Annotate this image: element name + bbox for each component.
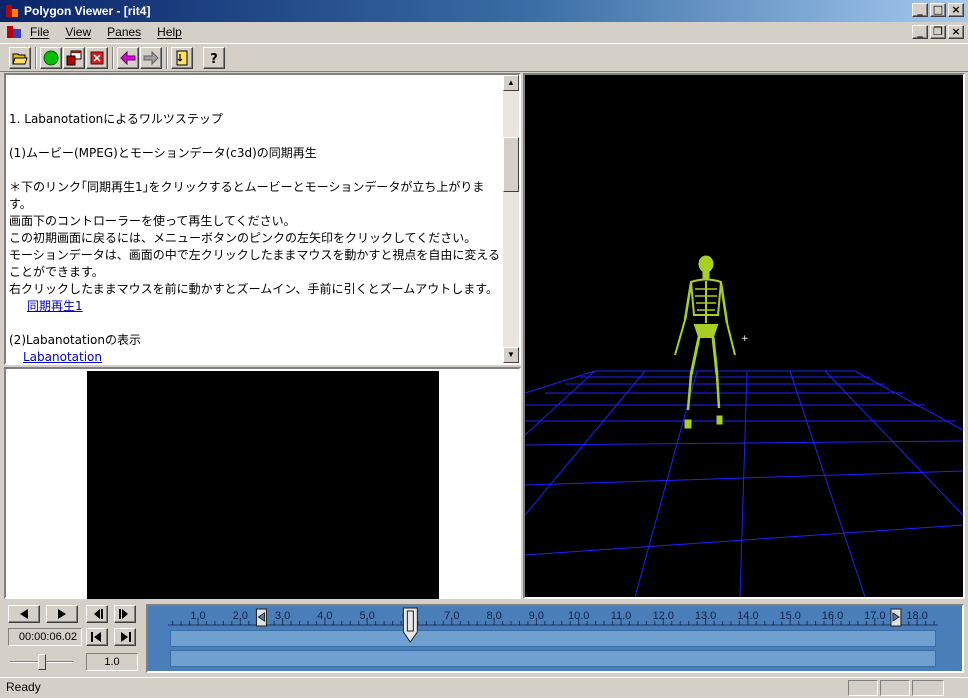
forward-gray-icon xyxy=(143,50,159,66)
status-panel-2 xyxy=(880,680,910,696)
go-start-button[interactable] xyxy=(86,628,108,646)
speed-value[interactable]: 1.0 xyxy=(86,653,138,671)
skeleton-figure xyxy=(674,255,736,429)
scroll-down-button[interactable]: ▼ xyxy=(503,347,519,363)
play-forward-button[interactable] xyxy=(46,605,78,623)
menu-panes[interactable]: Panes xyxy=(107,25,141,39)
step-back-icon xyxy=(94,609,103,619)
doc-restore-button[interactable]: ❐ xyxy=(930,25,946,39)
section1-text: (1)ムービー(MPEG)とモーションデータ(c3d)の同期再生 xyxy=(9,146,317,160)
status-bar: Ready xyxy=(0,677,968,698)
menu-help[interactable]: Help xyxy=(157,25,182,39)
playhead-marker[interactable] xyxy=(402,607,418,643)
svg-text:?: ? xyxy=(210,52,218,66)
status-panel-3 xyxy=(912,680,944,696)
3d-scene[interactable]: + xyxy=(525,75,963,597)
status-text: Ready xyxy=(6,680,41,694)
minimize-button[interactable]: _ xyxy=(912,3,928,17)
timeline[interactable]: 1.02.03.04.05.06.07.08.09.010.011.012.01… xyxy=(146,604,964,673)
windows-icon xyxy=(66,50,82,66)
back-magenta-icon xyxy=(120,50,136,66)
3d-view-pane[interactable]: + xyxy=(523,73,965,599)
note2-text: 画面下のコントローラーを使って再生してください。 xyxy=(9,214,296,228)
section2-text: (2)Labanotationの表示 xyxy=(9,333,142,347)
timeline-markers[interactable] xyxy=(148,606,962,671)
maximize-button[interactable]: □ xyxy=(930,3,946,17)
scroll-thumb[interactable] xyxy=(503,137,519,192)
document-icon[interactable] xyxy=(6,24,22,40)
close-button[interactable]: × xyxy=(948,3,964,17)
note3-text: この初期画面に戻るには、メニューボタンのピンクの左矢印をクリックしてください。 xyxy=(9,231,477,245)
back-button[interactable] xyxy=(117,47,139,69)
movie-pane xyxy=(4,367,521,599)
go-start-icon xyxy=(91,632,101,642)
go-end-icon xyxy=(121,632,131,642)
range-start-marker[interactable] xyxy=(255,608,267,627)
title-bar[interactable]: Polygon Viewer - [rit4] _ □ × xyxy=(0,0,968,22)
note1-text: ＊下のリンク｢同期再生1｣をクリックするとムービーとモーションデータが立ち上がり… xyxy=(9,180,485,211)
app-icon xyxy=(6,5,18,17)
info-text-pane[interactable]: 1. Labanotationによるワルツステップ (1)ムービー(MPEG)と… xyxy=(4,73,521,365)
note4-text: モーションデータは、画面の中で左クリックしたままマウスを動かすと視点を自由に変え… xyxy=(9,248,501,279)
page-arrow-button[interactable] xyxy=(171,47,193,69)
toolbar: ? xyxy=(0,43,968,72)
floor-grid xyxy=(525,370,963,597)
text-scrollbar[interactable]: ▲ ▼ xyxy=(503,75,519,363)
open-button[interactable] xyxy=(9,47,31,69)
help-icon: ? xyxy=(210,52,218,66)
heading-text: 1. Labanotationによるワルツステップ xyxy=(9,112,223,126)
movie-video[interactable] xyxy=(87,371,439,599)
stop-red-button[interactable] xyxy=(86,47,108,69)
play-reverse-button[interactable] xyxy=(8,605,40,623)
menu-bar: File View Panes Help _ ❐ × xyxy=(0,22,968,42)
note5-text: 右クリックしたままマウスを前に動かすとズームイン、手前に引くとズームアウトします… xyxy=(9,282,499,296)
doc-close-button[interactable]: × xyxy=(948,25,964,39)
speed-slider[interactable] xyxy=(10,653,74,671)
menu-file[interactable]: File xyxy=(30,25,49,39)
play-green-button[interactable] xyxy=(40,47,62,69)
page-arrow-icon xyxy=(176,50,188,66)
windows-button[interactable] xyxy=(63,47,85,69)
step-forward-icon xyxy=(119,609,128,619)
cursor-marker-icon: + xyxy=(741,334,749,344)
step-back-button[interactable] xyxy=(86,605,108,623)
forward-button[interactable] xyxy=(140,47,162,69)
doc-minimize-button[interactable]: _ xyxy=(912,25,928,39)
labanotation-link[interactable]: Labanotation xyxy=(23,350,102,363)
go-end-button[interactable] xyxy=(114,628,136,646)
play-reverse-icon xyxy=(20,609,28,619)
sync-play-link[interactable]: 同期再生1 xyxy=(27,299,83,313)
play-forward-icon xyxy=(58,609,66,619)
menu-view[interactable]: View xyxy=(65,25,91,39)
speed-slider-thumb[interactable] xyxy=(38,654,46,670)
range-end-marker[interactable] xyxy=(890,608,902,627)
status-panel-1 xyxy=(848,680,878,696)
help-button[interactable]: ? xyxy=(203,47,225,69)
playback-controls: 00:00:06.02 1.0 xyxy=(4,601,144,675)
window-title: Polygon Viewer - [rit4] xyxy=(24,4,151,18)
step-forward-button[interactable] xyxy=(114,605,136,623)
scroll-up-button[interactable]: ▲ xyxy=(503,75,519,91)
open-icon xyxy=(12,53,28,65)
time-display: 00:00:06.02 xyxy=(8,628,82,646)
play-green-icon xyxy=(43,50,59,66)
stop-red-icon xyxy=(90,51,104,65)
